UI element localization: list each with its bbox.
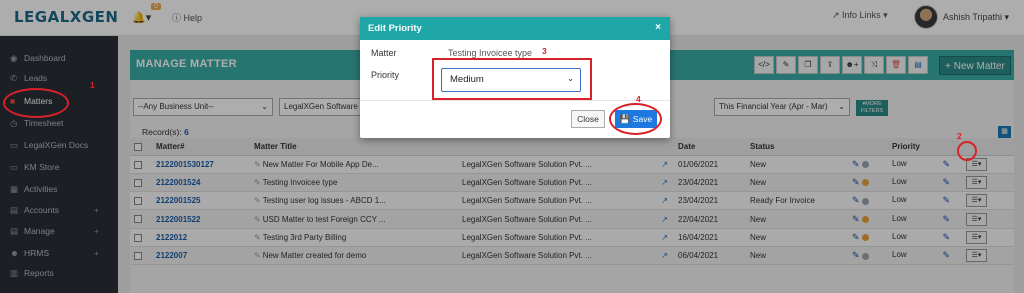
annotation-ring-save [609, 103, 662, 135]
annotation-number: 4 [636, 94, 641, 104]
dialog-header: Edit Priority × [360, 17, 670, 40]
annotation-number: 1 [90, 80, 95, 90]
priority-label: Priority [371, 70, 400, 80]
matter-label: Matter [371, 48, 397, 58]
close-icon[interactable]: × [655, 22, 661, 33]
matter-value: Testing Invoicee type [448, 48, 533, 58]
annotation-number: 2 [957, 131, 962, 141]
dialog-divider [360, 100, 670, 101]
close-button[interactable]: Close [571, 110, 605, 128]
annotation-box-priority [432, 58, 592, 100]
annotation-ring-edit-priority [957, 141, 977, 161]
annotation-number: 3 [542, 46, 547, 56]
annotation-ring-matters [3, 88, 69, 118]
dialog-title: Edit Priority [368, 23, 422, 34]
